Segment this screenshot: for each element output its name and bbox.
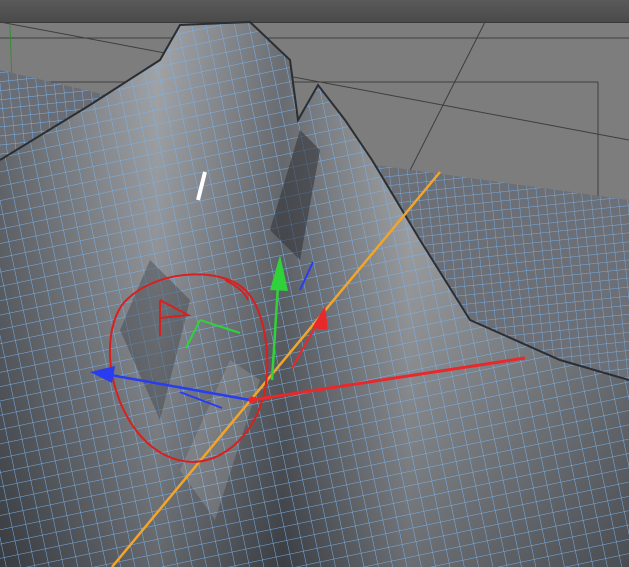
3d-viewport[interactable]	[0, 0, 629, 567]
scene-svg	[0, 20, 629, 567]
gizmo-pivot[interactable]	[248, 396, 256, 404]
